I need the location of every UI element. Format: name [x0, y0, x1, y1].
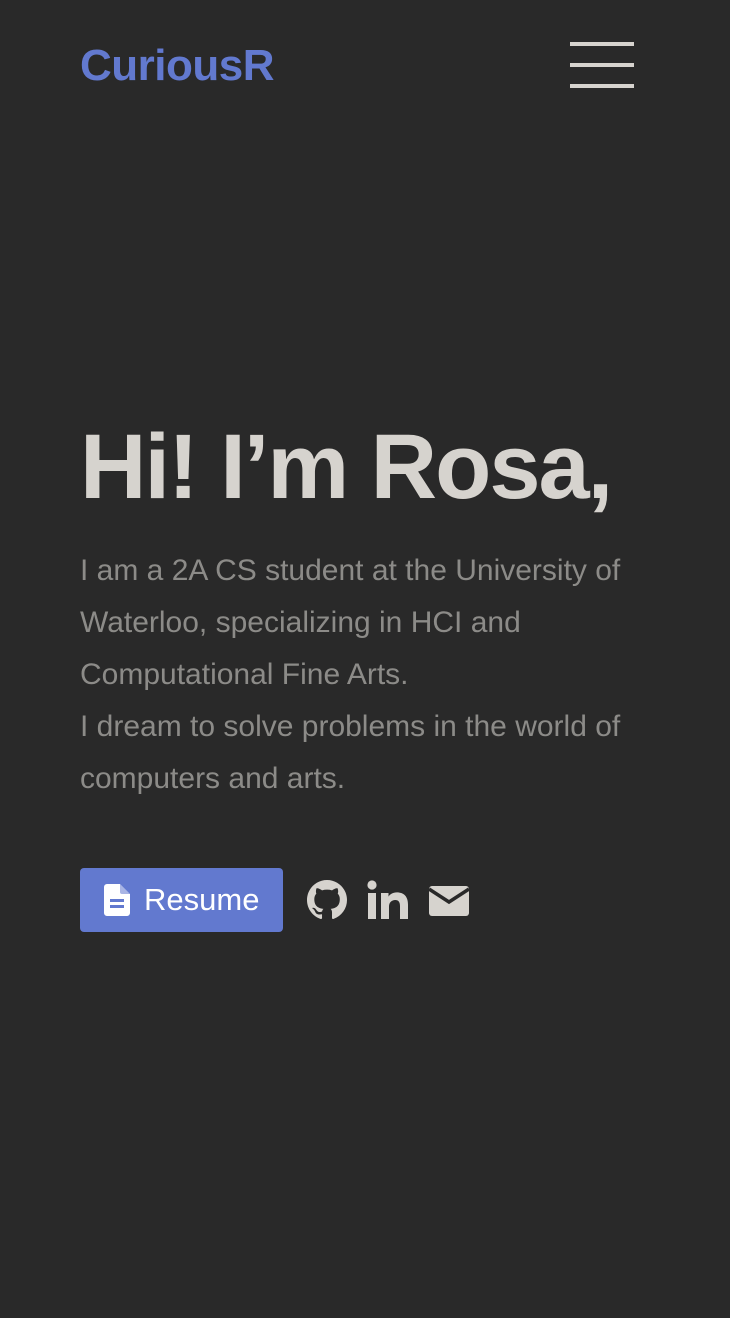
github-icon: [307, 880, 348, 920]
resume-label: Resume: [144, 882, 260, 917]
menu-bar: [570, 42, 634, 46]
hamburger-menu-icon[interactable]: [570, 42, 634, 88]
menu-bar: [570, 84, 634, 88]
intro-line: I dream to solve problems in the world o…: [80, 710, 621, 795]
page: CuriousR Hi! I’m Rosa, I am a 2A CS stud…: [0, 0, 730, 1318]
mail-icon: [429, 886, 470, 916]
site-logo[interactable]: CuriousR: [80, 38, 275, 94]
intro-line: I am a 2A CS student at the University o…: [80, 554, 621, 691]
social-links: [307, 880, 489, 920]
linkedin-icon: [367, 880, 409, 919]
menu-bar: [570, 63, 634, 67]
github-link[interactable]: [307, 880, 348, 920]
hero-actions: Resume: [80, 868, 489, 932]
resume-button[interactable]: Resume: [80, 868, 284, 932]
document-icon: [104, 884, 130, 916]
hero-intro: I am a 2A CS student at the University o…: [80, 545, 660, 805]
hero-title: Hi! I’m Rosa,: [80, 416, 613, 518]
email-link[interactable]: [429, 883, 470, 917]
linkedin-link[interactable]: [367, 880, 409, 920]
